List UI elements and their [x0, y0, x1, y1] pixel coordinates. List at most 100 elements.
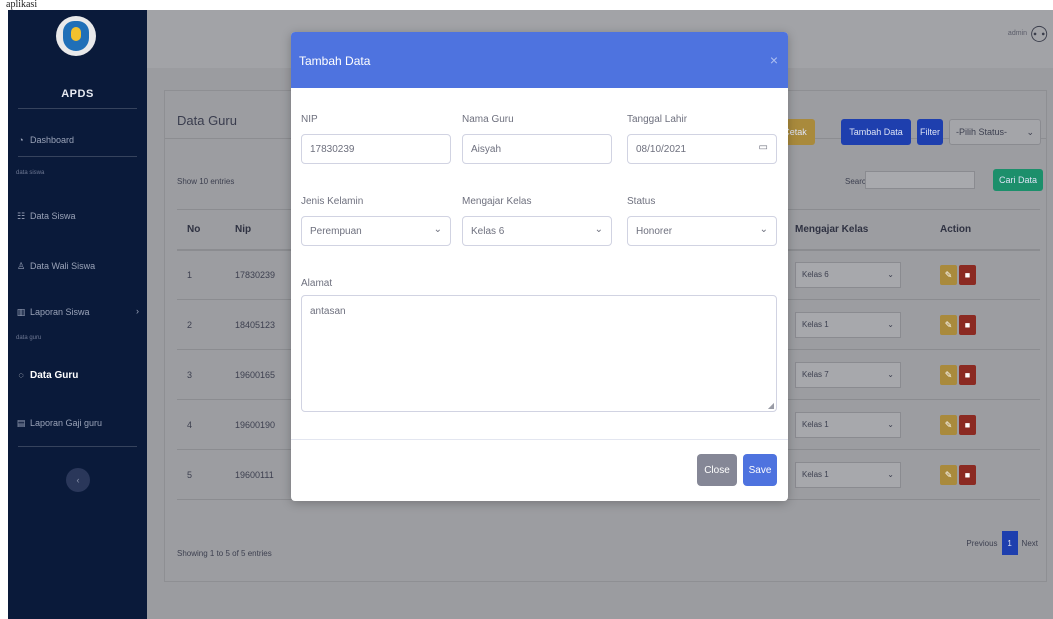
chevron-down-icon: ⌄ — [887, 470, 894, 479]
chevron-down-icon: ⌄ — [887, 420, 894, 429]
status-value: Honorer — [636, 225, 673, 237]
sidebar-item-label: Data Guru — [30, 369, 79, 381]
edit-button[interactable]: ✎ — [940, 464, 957, 485]
calendar-icon[interactable]: ▭ — [759, 142, 768, 153]
sidebar-section-heading: data guru — [16, 335, 42, 341]
delete-button[interactable]: ■ — [959, 264, 976, 285]
school-logo-icon — [56, 16, 96, 56]
user-avatar-icon[interactable]: ⚇ — [1029, 22, 1049, 48]
user-icon: ♙ — [16, 260, 26, 271]
app-window: APDS ◔ Dashboard data siswa ☷ Data Siswa… — [8, 10, 1053, 619]
kelas-select[interactable]: Kelas 1 ⌄ — [795, 461, 901, 488]
pagination-next[interactable]: Next — [1022, 539, 1038, 548]
tanggal-lahir-value: 08/10/2021 — [636, 143, 687, 155]
edit-button[interactable]: ✎ — [940, 414, 957, 435]
pagination-page[interactable]: 1 — [1001, 531, 1018, 555]
gauge-icon: ◔ — [18, 135, 24, 145]
sidebar-item-data-guru[interactable]: ◌ Data Guru — [8, 365, 147, 385]
pagination: Previous 1 Next — [966, 531, 1038, 555]
user-name[interactable]: admin — [1008, 30, 1027, 37]
kelas-select-value: Kelas 1 — [802, 420, 829, 429]
nip-label: NIP — [301, 114, 318, 125]
row-number: 1 — [177, 249, 225, 300]
sidebar-item-laporan-siswa[interactable]: ▥ Laporan Siswa › — [8, 302, 147, 322]
nip-value: 17830239 — [310, 143, 355, 155]
kelas-select[interactable]: Kelas 7 ⌄ — [795, 361, 901, 388]
sidebar: APDS ◔ Dashboard data siswa ☷ Data Siswa… — [8, 10, 147, 619]
jenis-kelamin-select[interactable]: Perempuan ⌄ — [301, 216, 451, 246]
table-info: Showing 1 to 5 of 5 entries — [177, 549, 272, 558]
sidebar-item-data-wali-siswa[interactable]: ♙ Data Wali Siswa — [8, 256, 147, 276]
row-number: 2 — [177, 299, 225, 350]
pagination-previous[interactable]: Previous — [966, 539, 997, 548]
delete-button[interactable]: ■ — [959, 464, 976, 485]
row-number: 3 — [177, 349, 225, 400]
kelas-select[interactable]: Kelas 1 ⌄ — [795, 411, 901, 438]
sidebar-toggle-button[interactable]: ‹ — [66, 468, 90, 492]
nip-input[interactable]: 17830239 — [301, 134, 451, 164]
chevron-down-icon: ⌄ — [759, 224, 768, 235]
delete-button[interactable]: ■ — [959, 414, 976, 435]
edit-button[interactable]: ✎ — [940, 314, 957, 335]
nama-guru-value: Aisyah — [471, 143, 502, 155]
sidebar-item-label: Data Wali Siswa — [30, 261, 96, 271]
row-number: 5 — [177, 449, 225, 500]
nama-guru-input[interactable]: Aisyah — [462, 134, 612, 164]
close-icon[interactable]: × — [770, 52, 778, 68]
modal-footer-divider — [291, 439, 788, 440]
column-header[interactable]: Mengajar Kelas — [785, 209, 930, 251]
kelas-select[interactable]: Kelas 1 ⌄ — [795, 311, 901, 338]
delete-button[interactable]: ■ — [959, 364, 976, 385]
sidebar-item-label: Dashboard — [30, 135, 75, 145]
column-header: Action — [930, 209, 1040, 251]
sidebar-item-data-siswa[interactable]: ☷ Data Siswa — [8, 206, 147, 226]
mengajar-kelas-select[interactable]: Kelas 6 ⌄ — [462, 216, 612, 246]
kelas-select-value: Kelas 7 — [802, 370, 829, 379]
filter-button[interactable]: Filter — [917, 119, 943, 145]
chevron-left-icon: ‹ — [76, 475, 80, 485]
chevron-down-icon: ⌄ — [887, 270, 894, 280]
edit-button[interactable]: ✎ — [940, 364, 957, 385]
status-select[interactable]: -Pilih Status- ⌄ — [949, 119, 1041, 145]
nama-guru-label: Nama Guru — [462, 114, 514, 125]
kelas-select[interactable]: Kelas 6 ⌄ — [795, 261, 901, 288]
sidebar-item-dashboard[interactable]: ◔ Dashboard — [8, 130, 147, 150]
show-entries[interactable]: Show 10 entries — [177, 177, 234, 186]
users-icon: ☷ — [16, 210, 26, 221]
save-button[interactable]: Save — [743, 454, 777, 486]
column-header[interactable]: No — [177, 209, 225, 251]
modal-header: Tambah Data × — [291, 32, 788, 88]
row-number: 4 — [177, 399, 225, 450]
tanggal-lahir-label: Tanggal Lahir — [627, 114, 688, 125]
search-input[interactable] — [865, 171, 975, 189]
chat-icon: ◌ — [18, 370, 24, 380]
kelas-select-value: Kelas 1 — [802, 470, 829, 479]
alamat-textarea[interactable]: antasan ◢ — [301, 295, 777, 412]
page-caption: aplikasi — [0, 0, 1053, 10]
tanggal-lahir-input[interactable]: 08/10/2021 ▭ — [627, 134, 777, 164]
chevron-down-icon: ⌄ — [887, 370, 894, 379]
mengajar-kelas-label: Mengajar Kelas — [462, 196, 532, 207]
sidebar-divider — [18, 108, 137, 109]
edit-button[interactable]: ✎ — [940, 264, 957, 285]
chevron-down-icon: ⌄ — [1026, 126, 1034, 137]
sidebar-item-laporan-gaji-guru[interactable]: ▤ Laporan Gaji guru — [8, 413, 147, 433]
resize-handle-icon[interactable]: ◢ — [768, 401, 774, 410]
sidebar-item-label: Laporan Siswa — [30, 307, 90, 317]
close-button[interactable]: Close — [697, 454, 737, 486]
brand-name: APDS — [61, 88, 94, 100]
modal-title: Tambah Data — [299, 54, 371, 68]
jenis-kelamin-value: Perempuan — [310, 225, 362, 237]
alamat-label: Alamat — [301, 278, 333, 289]
mengajar-kelas-value: Kelas 6 — [471, 225, 505, 237]
status-field-select[interactable]: Honorer ⌄ — [627, 216, 777, 246]
delete-button[interactable]: ■ — [959, 314, 976, 335]
chart-icon: ▥ — [16, 306, 26, 317]
sidebar-section-heading: data siswa — [16, 170, 45, 176]
add-data-button[interactable]: Tambah Data — [841, 119, 911, 145]
status-select-value: -Pilih Status- — [956, 127, 1008, 137]
tambah-data-modal: Tambah Data × NIP 17830239 Nama Guru Ais… — [291, 32, 788, 501]
alamat-value: antasan — [310, 306, 346, 317]
kelas-select-value: Kelas 6 — [802, 270, 829, 280]
search-data-button[interactable]: Cari Data — [993, 169, 1043, 191]
